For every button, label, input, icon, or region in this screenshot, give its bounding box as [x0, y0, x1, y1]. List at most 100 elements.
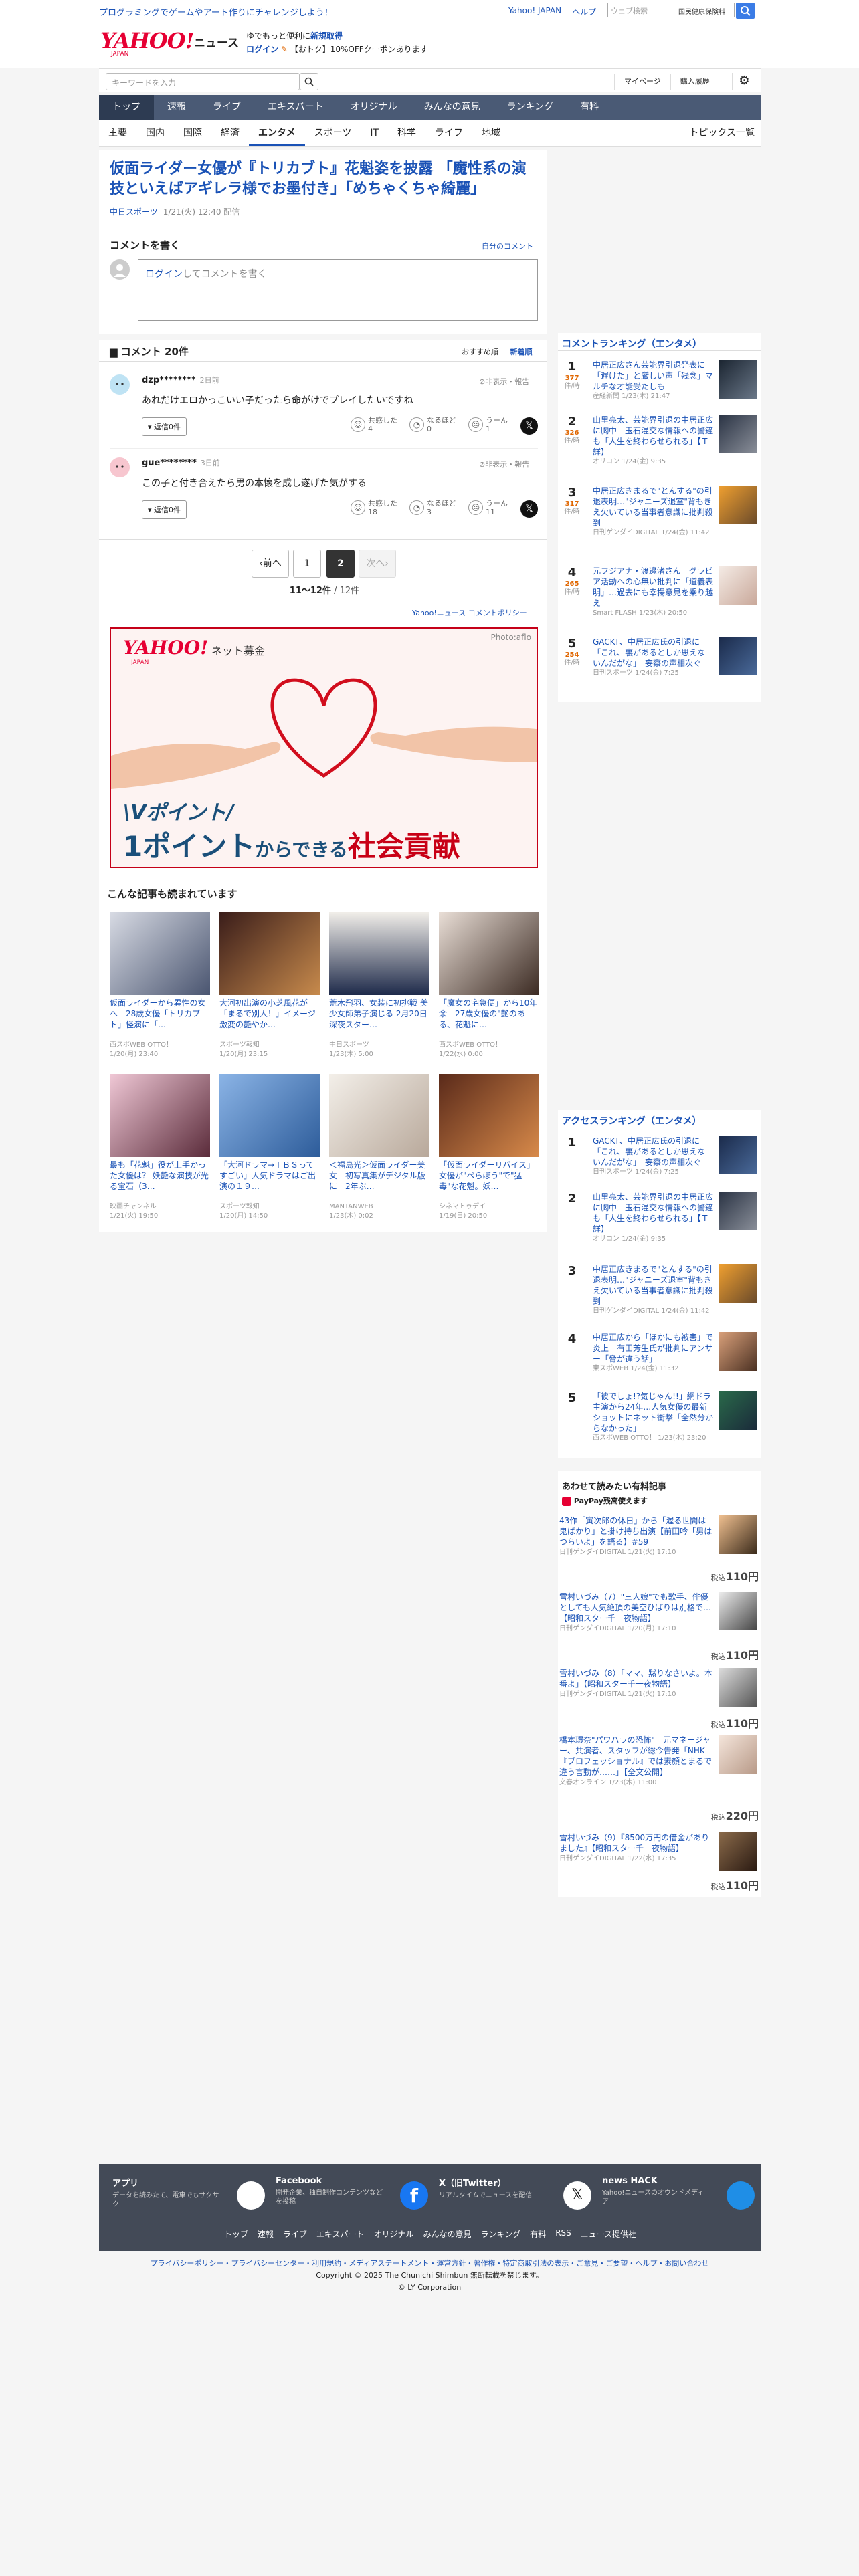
- reply-button[interactable]: ▾ 返信0件: [142, 500, 187, 519]
- footer-nav-top[interactable]: トップ: [224, 2228, 248, 2240]
- footer-nav-rss[interactable]: RSS: [555, 2228, 571, 2240]
- reply-button[interactable]: ▾ 返信0件: [142, 417, 187, 436]
- comment-policy-link[interactable]: Yahoo!ニュース コメントポリシー: [412, 607, 527, 618]
- tab-life[interactable]: ライフ: [425, 120, 472, 146]
- sort-newest[interactable]: 新着順: [510, 348, 533, 356]
- comment-user[interactable]: gue********: [142, 458, 197, 468]
- ranking-item[interactable]: 1 GACKT、中居正広氏の引退に「これ、裏があるとしか思えないんだがな」 妄察…: [558, 1136, 761, 1182]
- ranking-item[interactable]: 2 山里亮太、芸能界引退の中居正広に胸中 玉石混交な情報への警鐘も「人生を終わら…: [558, 1192, 761, 1245]
- tab-world[interactable]: 国際: [174, 120, 211, 146]
- footer-facebook-link[interactable]: Facebook 開発企業、独自制作コンテンツなどを投稿 f: [276, 2176, 434, 2214]
- paid-source: 日刊ゲンダイDIGITAL: [559, 1691, 626, 1698]
- news-brand[interactable]: ニュース: [194, 33, 239, 50]
- nav-original[interactable]: オリジナル: [337, 95, 411, 120]
- login-link[interactable]: ログイン: [246, 45, 278, 54]
- comment-textarea[interactable]: ログインしてコメントを書く: [138, 259, 538, 321]
- comment-login-link[interactable]: ログイン: [145, 269, 183, 280]
- article-card[interactable]: 「大河ドラマ→ＴＢＳってすごい」人気ドラマはご出演の１９… スポーツ報知 1/2…: [219, 1074, 320, 1221]
- ranking-item[interactable]: 5 「彼でしょ!?気じゃん!!」網ドラ主演から24年…人気女優の最新ショットにネ…: [558, 1391, 761, 1451]
- nav-live[interactable]: ライブ: [199, 95, 254, 120]
- footer-nav-paid[interactable]: 有料: [530, 2228, 546, 2240]
- page-2-button[interactable]: 2: [326, 550, 355, 578]
- tab-local[interactable]: 地域: [472, 120, 510, 146]
- ranking-item[interactable]: 5 254 件/時 GACKT、中居正広氏の引退に「これ、裏があるとしか思えないん…: [558, 637, 761, 690]
- footer-x-link[interactable]: X（旧Twitter） リアルタイムでニュースを配信 𝕏: [439, 2176, 597, 2214]
- ranking-item[interactable]: 2 326 件/時 山里亮太、芸能界引退の中居正広に胸中 玉石混交な情報への警鐘も…: [558, 415, 761, 468]
- gear-icon[interactable]: ⚙: [732, 73, 756, 90]
- purchase-history-link[interactable]: 購入履歴: [670, 74, 719, 90]
- nav-breaking[interactable]: 速報: [154, 95, 199, 120]
- naruhodo-button[interactable]: ◔ なるほど 3: [409, 499, 456, 516]
- article-card[interactable]: 荒木飛羽、女装に初挑戦 美少女師弟子演じる 2月20日深夜スター… 中日スポーツ…: [329, 912, 430, 1059]
- paid-time: 1/20(月) 17:10: [628, 1625, 676, 1632]
- paid-article-item[interactable]: 橋本環奈"パワハラの恐怖" 元マネージャー、共演者、スタッフが総今告発「NHK『…: [558, 1735, 761, 1822]
- web-search-button[interactable]: [736, 3, 755, 19]
- paid-article-item[interactable]: 雪村いづみ（8）「ママ、黙りなさいよ。本番よ」【昭和スター千一夜物語】 日刊ゲンダ…: [558, 1668, 761, 1730]
- hide-report-link[interactable]: 非表示・報告: [485, 460, 529, 469]
- footer-app-link[interactable]: アプリ データを読みたて、電車でもサクサク: [112, 2176, 270, 2214]
- page-1-button[interactable]: 1: [293, 550, 321, 578]
- paid-article-item[interactable]: 43作「寅次郎の休日」から「渥る世間は鬼ばかり」と掛け持ち出演【前田吟「男はつら…: [558, 1515, 761, 1583]
- article-title[interactable]: 仮面ライダー女優が『トリカブト』花魁姿を披露 「魔性系の演技といえばアギレラ様で…: [110, 159, 538, 199]
- ranking-item[interactable]: 4 中居正広から「ほかにも被害」で炎上 有田芳生氏が批判にアンサー「脅が違う話」…: [558, 1332, 761, 1379]
- article-card[interactable]: 仮面ライダーから異性の女へ 28歳女優「トリカブト」怪演に「… 西スポWEB O…: [110, 912, 210, 1059]
- nav-paid[interactable]: 有料: [567, 95, 612, 120]
- article-card[interactable]: 最も「花魁」役が上手かった女優は？ 妖艶な演技が光る宝石（3… 映画チャンネル …: [110, 1074, 210, 1221]
- uun-button[interactable]: ☹ うーん 11: [468, 499, 508, 516]
- x-share-icon[interactable]: 𝕏: [520, 417, 538, 435]
- nav-opinion[interactable]: みんなの意見: [411, 95, 494, 120]
- keyword-search-button[interactable]: [300, 73, 318, 90]
- topics-list-link[interactable]: トピックス一覧: [680, 120, 761, 146]
- article-card[interactable]: 「魔女の宅急便」から10年余 27歳女優の"艶のある、花魁に… 西スポWEB O…: [439, 912, 539, 1059]
- tab-economy[interactable]: 経済: [211, 120, 249, 146]
- footer-nav-expert[interactable]: エキスパート: [316, 2228, 365, 2240]
- tab-main[interactable]: 主要: [99, 120, 136, 146]
- paid-article-item[interactable]: 雪村いづみ（7）"三人娘"でも歌手、俳優としても人気絶頂の美空ひばりは別格で…【…: [558, 1592, 761, 1662]
- empathy-button[interactable]: ☺ 共感した 18: [351, 499, 397, 516]
- ranking-item[interactable]: 1 377 件/時 中居正広さん芸能界引退発表に「遅けた」と厳しい声「残念」マルチ…: [558, 360, 761, 407]
- legal-links[interactable]: プライバシーポリシー・プライバシーセンター・利用規約・メディアステートメント・運…: [0, 2258, 859, 2270]
- x-share-icon[interactable]: 𝕏: [520, 500, 538, 518]
- promo-link[interactable]: プログラミングでゲームやアート作りにチャレンジしよう！: [99, 5, 333, 18]
- footer-newshack-link[interactable]: news HACK Yahoo!ニュースのオウンドメディア: [602, 2176, 760, 2214]
- footer-nav-breaking[interactable]: 速報: [258, 2228, 274, 2240]
- tab-domestic[interactable]: 国内: [136, 120, 174, 146]
- naruhodo-button[interactable]: ◔ なるほど 0: [409, 416, 456, 433]
- footer-nav-live[interactable]: ライブ: [283, 2228, 307, 2240]
- prev-page-button[interactable]: ‹前へ: [252, 550, 289, 578]
- ranking-item[interactable]: 4 265 件/時 元フジアナ・渡邊渚さん グラビア活動への心無い批判に「道義表明…: [558, 566, 761, 619]
- sort-recommended[interactable]: おすすめ順: [462, 348, 498, 356]
- yahoo-logo[interactable]: YAHOO!: [100, 28, 195, 53]
- yahoo-japan-link[interactable]: Yahoo! JAPAN: [508, 6, 561, 17]
- hide-report-link[interactable]: 非表示・報告: [485, 377, 529, 386]
- article-card[interactable]: 大河初出演の小芝風花が「まるで別人！」イメージ激変の艶やか… スポーツ報知 1/…: [219, 912, 320, 1059]
- search-suggest[interactable]: 国民健康保険料: [676, 3, 735, 17]
- register-link[interactable]: 新規取得: [310, 31, 343, 41]
- tab-it[interactable]: IT: [361, 120, 388, 146]
- nav-top[interactable]: トップ: [99, 95, 154, 120]
- footer-nav-ranking[interactable]: ランキング: [481, 2228, 521, 2240]
- footer-nav-opinion[interactable]: みんなの意見: [423, 2228, 472, 2240]
- article-card[interactable]: 「仮面ライダーリバイス」女優が"ぺらぼう"で"猛毒"な花魁。妖… シネマトゥデイ…: [439, 1074, 539, 1221]
- keyword-search-input[interactable]: キーワードを入力: [106, 73, 300, 90]
- footer-nav-providers[interactable]: ニュース提供社: [581, 2228, 636, 2240]
- article-card[interactable]: ＜福島光＞仮面ライダー美女 初写真集がデジタル版に 2年ぶ… MANTANWEB…: [329, 1074, 430, 1221]
- tab-entertainment[interactable]: エンタメ: [249, 120, 305, 146]
- ranking-item[interactable]: 3 317 件/時 中居正広きまるで"とんする"の引退表明…"ジャニーズ退室"背も…: [558, 486, 761, 539]
- nav-ranking[interactable]: ランキング: [494, 95, 567, 120]
- empathy-button[interactable]: ☺ 共感した 4: [351, 416, 397, 433]
- tab-science[interactable]: 科学: [388, 120, 425, 146]
- paid-article-item[interactable]: 雪村いづみ（9）『8500万円の借金がありました』【昭和スター千一夜物語】 日刊ゲ…: [558, 1832, 761, 1893]
- footer-nav-original[interactable]: オリジナル: [374, 2228, 414, 2240]
- tab-sports[interactable]: スポーツ: [305, 120, 361, 146]
- own-comment-link[interactable]: 自分のコメント: [482, 241, 533, 251]
- article-source[interactable]: 中日スポーツ: [110, 207, 158, 217]
- mypage-link[interactable]: マイページ: [614, 74, 670, 90]
- nav-expert[interactable]: エキスパート: [254, 95, 337, 120]
- uun-button[interactable]: ☹ うーん 1: [468, 416, 508, 433]
- donation-ad[interactable]: YAHOO! JAPAN ネット募金 Photo:aflo \Vポイント/ 1ポ…: [110, 627, 538, 868]
- coupon-text[interactable]: 【おトク】10%OFFクーポンあります: [290, 45, 428, 54]
- help-link[interactable]: ヘルプ: [572, 6, 596, 17]
- ranking-item[interactable]: 3 中居正広きまるで"とんする"の引退表明…"ジャニーズ退室"背もきえ欠いている…: [558, 1264, 761, 1317]
- comment-user[interactable]: dzp********: [142, 375, 196, 385]
